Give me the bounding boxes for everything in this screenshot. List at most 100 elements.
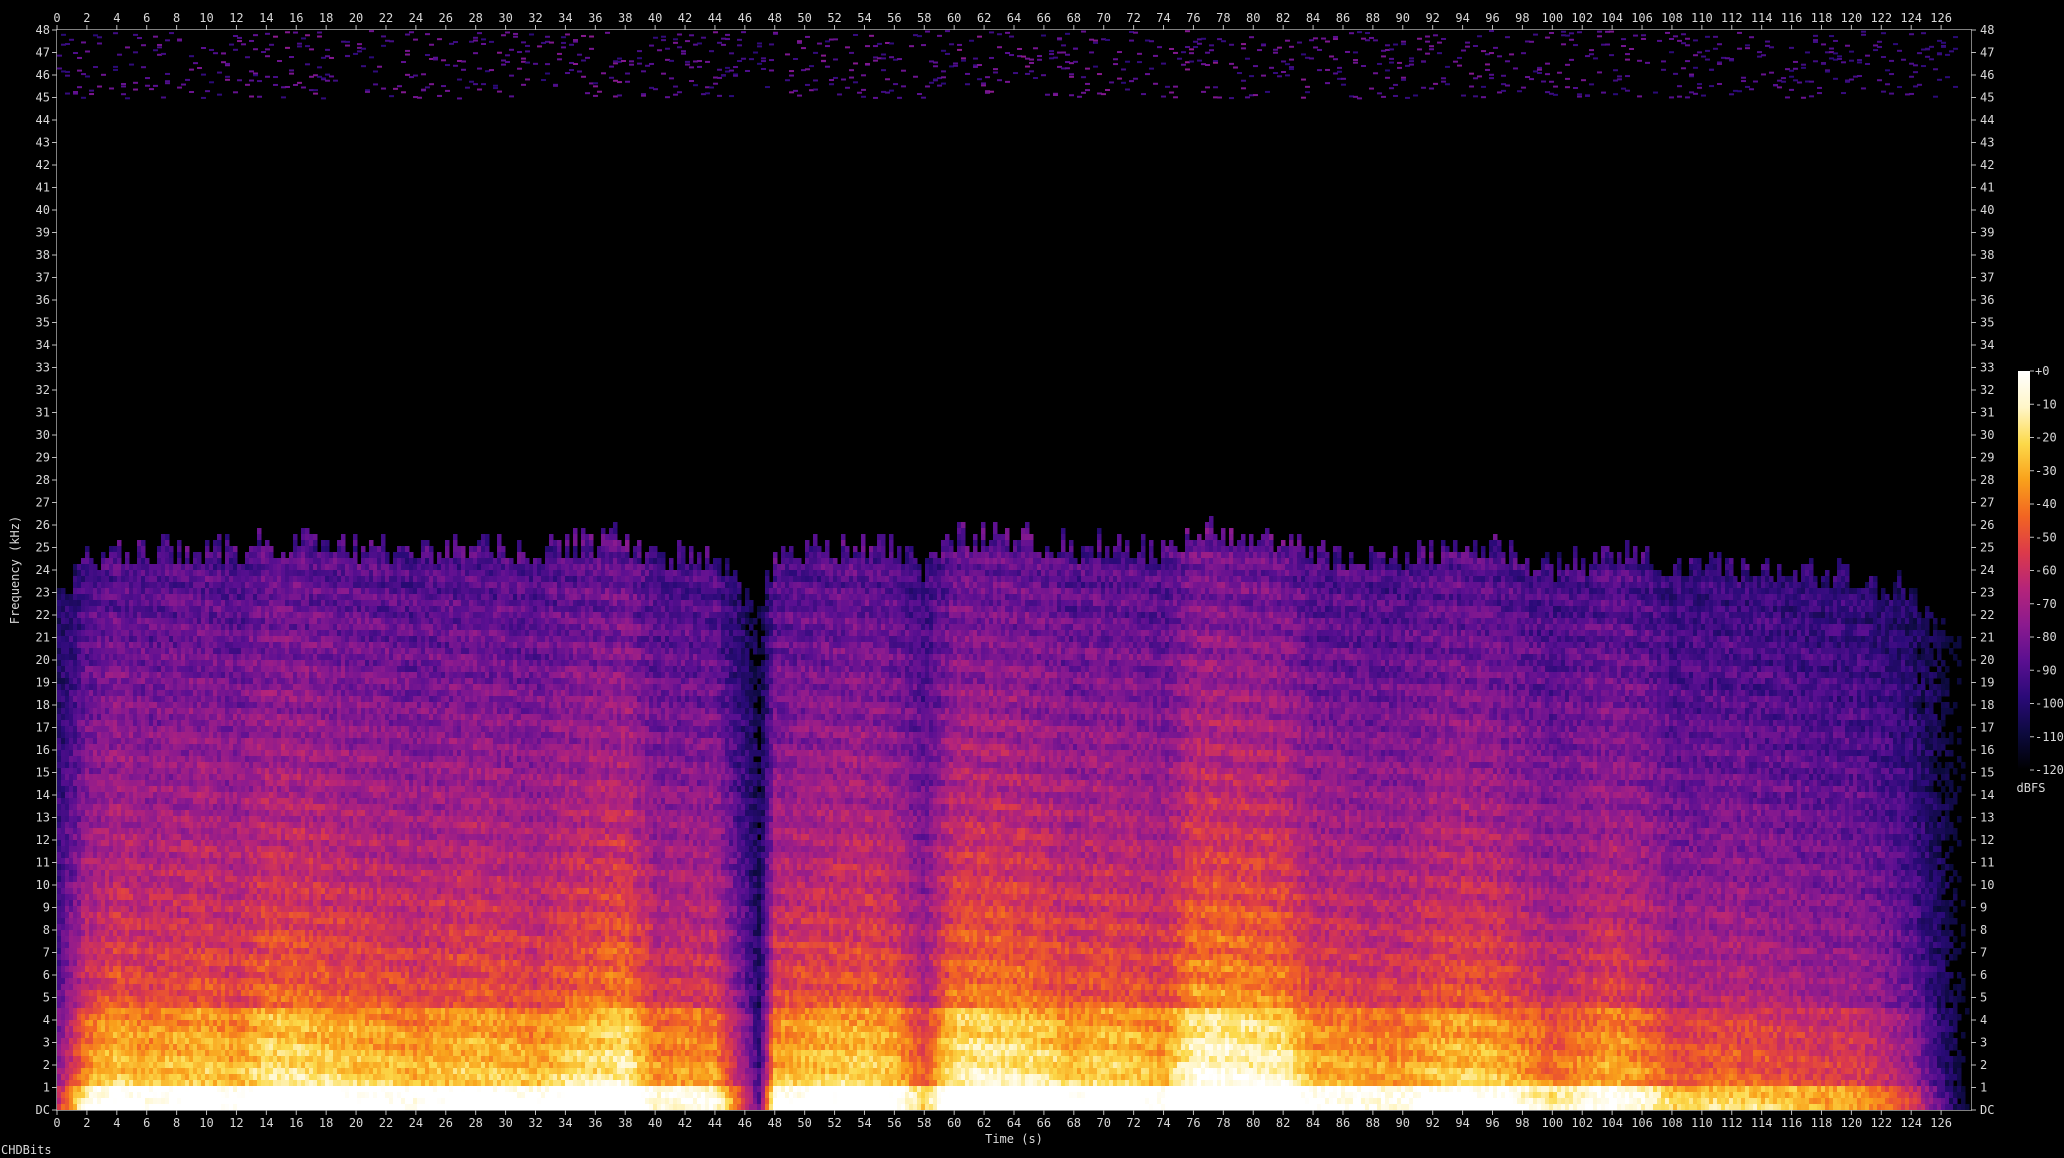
heatmap-cell [213,750,218,757]
heatmap-cell [61,654,66,661]
heatmap-cell [137,618,142,625]
heatmap-cell [57,816,62,823]
heatmap-cell [165,546,170,553]
heatmap-cell [133,1104,138,1111]
heatmap-cell [229,966,234,973]
heatmap-cell [225,582,230,589]
heatmap-cell [185,672,190,679]
heatmap-cell [233,738,238,745]
heatmap-cell [129,654,134,661]
heatmap-cell [85,672,90,679]
heatmap-cell [197,972,202,979]
heatmap-cell [85,810,90,817]
heatmap-cell [81,786,86,793]
heatmap-cell [109,792,114,799]
heatmap-cell [133,564,138,571]
heatmap-cell [77,1038,82,1045]
heatmap-cell [197,1002,202,1009]
heatmap-cell [209,792,214,799]
heatmap-cell [149,672,154,679]
heatmap-cell [85,870,90,877]
heatmap-cell [225,546,230,553]
heatmap-cell [149,660,154,667]
heatmap-cell [105,600,110,607]
heatmap-cell [229,1050,234,1057]
heatmap-cell [221,672,226,679]
heatmap-cell [185,798,190,805]
heatmap-cell [169,720,174,727]
heatmap-cell [225,954,230,961]
heatmap-cell [117,954,122,961]
heatmap-cell [177,720,182,727]
heatmap-cell [133,1038,138,1045]
heatmap-cell [101,618,106,625]
heatmap-cell [101,858,106,865]
heatmap-cell [193,918,198,925]
heatmap-cell [209,714,214,721]
heatmap-cell [173,984,178,991]
heatmap-cell [161,936,166,943]
heatmap-cell [173,1080,178,1087]
heatmap-cell [185,864,190,871]
heatmap-cell [109,1068,114,1075]
heatmap-cell [101,696,106,703]
heatmap-cell [69,612,74,619]
heatmap-cell [65,960,70,967]
heatmap-cell [57,990,62,997]
heatmap-cell [209,642,214,649]
heatmap-cell [61,744,66,751]
heatmap-cell [129,678,134,685]
heatmap-cell [177,582,182,589]
heatmap-cell [213,600,218,607]
heatmap-cell [113,1002,118,1009]
heatmap-cell [101,1068,106,1075]
heatmap-cell [57,690,62,697]
heatmap-cell [229,810,234,817]
heatmap-cell [101,1050,106,1057]
heatmap-cell [197,942,202,949]
heatmap-cell [85,960,90,967]
heatmap-cell [153,852,158,859]
heatmap-cell [229,876,234,883]
heatmap-cell [125,756,130,763]
heatmap-cell [97,996,102,1003]
heatmap-cell [141,864,146,871]
heatmap-cell [209,570,214,577]
heatmap-cell [217,618,222,625]
heatmap-cell [89,942,94,949]
heatmap-cell [169,1056,174,1063]
heatmap-cell [177,882,182,889]
heatmap-cell [85,1068,90,1075]
heatmap-cell [125,1026,130,1033]
heatmap-cell [145,648,150,655]
heatmap-cell [185,822,190,829]
heatmap-cell [101,852,106,859]
heatmap-cell [57,660,62,667]
heatmap-cell [161,1062,166,1069]
heatmap-cell [177,762,182,769]
heatmap-cell [165,1062,170,1069]
heatmap-cell [109,960,114,967]
heatmap-cell [109,774,114,781]
heatmap-cell [93,954,98,961]
heatmap-cell [153,1044,158,1051]
heatmap-cell [89,792,94,799]
heatmap-cell [217,918,222,925]
heatmap-cell [201,672,206,679]
heatmap-cell [173,636,178,643]
heatmap-cell [181,948,186,955]
heatmap-cell [149,852,154,859]
heatmap-cell [177,678,182,685]
heatmap-cell [133,1056,138,1063]
heatmap-cell [213,804,218,811]
heatmap-cell [77,708,82,715]
heatmap-cell [217,648,222,655]
heatmap-cell [153,1092,158,1099]
heatmap-cell [117,702,122,709]
heatmap-cell [61,954,66,961]
heatmap-cell [221,594,226,601]
heatmap-cell [153,822,158,829]
heatmap-cell [113,960,118,967]
heatmap-cell [189,1062,194,1069]
heatmap-cell [165,1092,170,1099]
